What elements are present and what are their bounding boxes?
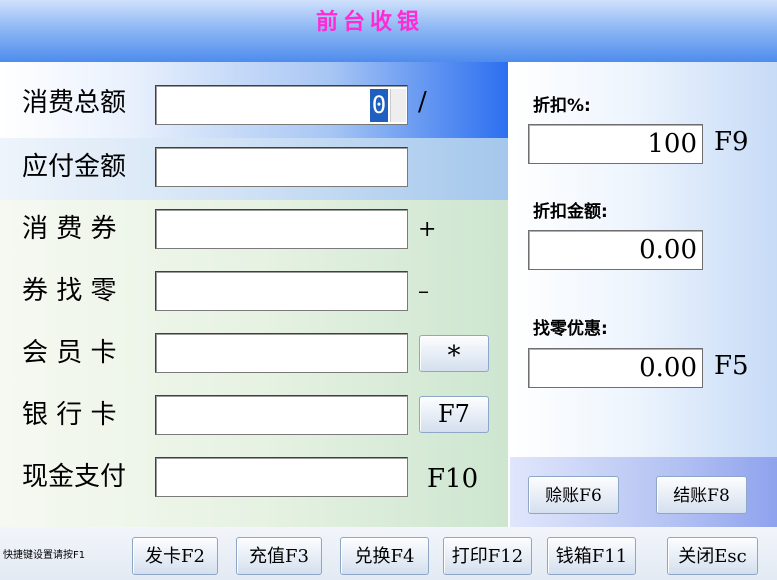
coupon-change-label: 券 找 零 bbox=[22, 276, 117, 306]
change-discount-label: 找零优惠: bbox=[533, 319, 608, 339]
discount-amount-input[interactable]: 0.00 bbox=[528, 230, 703, 270]
divide-key-hint: / bbox=[418, 87, 427, 117]
total-value: 0 bbox=[370, 89, 388, 122]
cash-label: 现金支付 bbox=[22, 462, 127, 492]
coupon-change-input[interactable] bbox=[155, 271, 408, 311]
discount-percent-input[interactable]: 100 bbox=[528, 124, 703, 164]
recharge-f3-button[interactable]: 充值F3 bbox=[236, 537, 322, 575]
change-discount-input[interactable]: 0.00 bbox=[528, 348, 703, 388]
plus-key-hint: + bbox=[418, 217, 437, 242]
cash-key-hint: F10 bbox=[427, 464, 479, 494]
coupon-label: 消 费 券 bbox=[22, 214, 117, 244]
close-esc-button[interactable]: 关闭Esc bbox=[667, 537, 758, 575]
bank-card-input[interactable] bbox=[155, 395, 408, 435]
payable-input[interactable] bbox=[155, 147, 408, 187]
shortcut-hint: 快捷键设置请按F1 bbox=[3, 550, 86, 561]
settle-f8-button[interactable]: 结账F8 bbox=[656, 476, 747, 514]
bank-card-label: 银 行 卡 bbox=[22, 400, 117, 430]
print-f12-button[interactable]: 打印F12 bbox=[443, 537, 532, 575]
credit-f6-button[interactable]: 赊账F6 bbox=[528, 476, 619, 514]
member-card-input[interactable] bbox=[155, 333, 408, 373]
change-discount-key-hint: F5 bbox=[714, 351, 749, 381]
discount-percent-label: 折扣%: bbox=[533, 96, 591, 116]
issue-card-f2-button[interactable]: 发卡F2 bbox=[132, 537, 218, 575]
payable-label: 应付金额 bbox=[22, 152, 127, 182]
discount-amount-label: 折扣金额: bbox=[533, 202, 608, 222]
redeem-f4-button[interactable]: 兑换F4 bbox=[340, 537, 429, 575]
member-card-button[interactable]: * bbox=[419, 335, 489, 372]
cash-drawer-f11-button[interactable]: 钱箱F11 bbox=[547, 537, 636, 575]
total-label: 消费总额 bbox=[22, 88, 127, 118]
minus-key-hint: – bbox=[418, 279, 429, 304]
cash-input[interactable] bbox=[155, 457, 408, 497]
member-card-label: 会 员 卡 bbox=[22, 338, 117, 368]
bank-card-f7-button[interactable]: F7 bbox=[419, 396, 489, 433]
window-title: 前台收银 bbox=[315, 10, 424, 35]
discount-percent-key-hint: F9 bbox=[714, 127, 749, 157]
total-input-caret bbox=[390, 89, 406, 122]
coupon-input[interactable] bbox=[155, 209, 408, 249]
